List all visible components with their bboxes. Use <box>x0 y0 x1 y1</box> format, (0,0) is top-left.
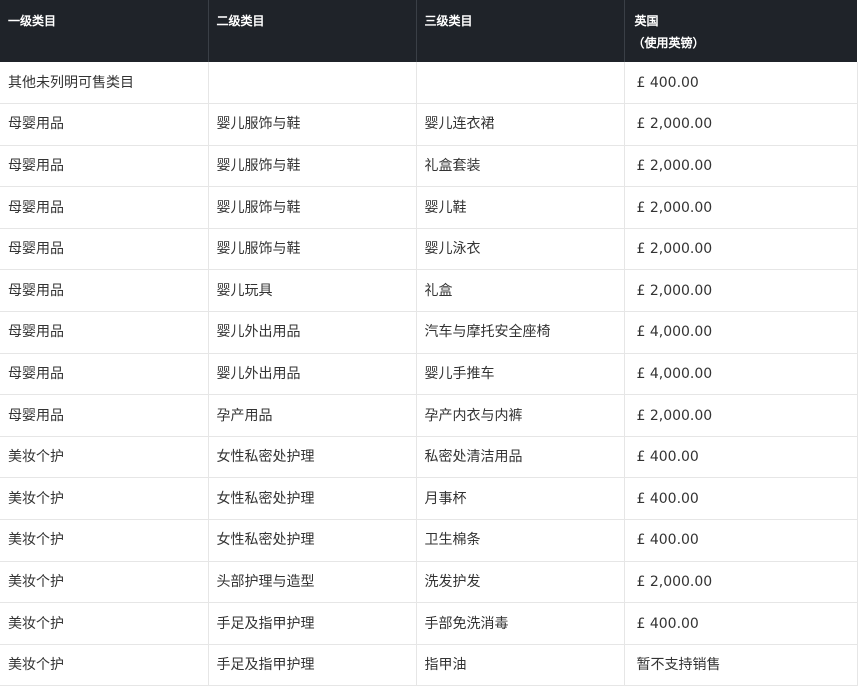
level2-category-cell: 女性私密处护理 <box>208 436 417 479</box>
level3-category-cell: 孕产内衣与内裤 <box>416 394 625 437</box>
level2-category-cell: 女性私密处护理 <box>208 477 417 521</box>
uk-price-cell: £ 2,000.00 <box>624 145 858 188</box>
header-row: 一级类目 二级类目 三级类目 英国 （使用英镑） <box>0 0 857 62</box>
level2-category-cell: 婴儿玩具 <box>208 269 417 313</box>
level1-category-cell: 母婴用品 <box>0 394 209 437</box>
level2-category-cell: 孕产用品 <box>208 394 417 437</box>
table-row: 其他未列明可售类目 £ 400.00 <box>0 62 858 105</box>
level1-category-cell: 母婴用品 <box>0 186 209 229</box>
table-row: 美妆个护 手足及指甲护理 手部免洗消毒 £ 400.00 <box>0 602 858 645</box>
table-row: 美妆个护 女性私密处护理 月事杯 £ 400.00 <box>0 477 858 521</box>
level1-category-cell: 其他未列明可售类目 <box>0 62 209 105</box>
level3-category-cell: 指甲油 <box>416 644 625 687</box>
level3-category-cell: 私密处清洁用品 <box>416 436 625 479</box>
header-uk-label: 英国 <box>634 14 659 28</box>
level3-category-cell: 手部免洗消毒 <box>416 602 625 645</box>
level1-category-cell: 母婴用品 <box>0 228 209 271</box>
level2-category-cell: 婴儿服饰与鞋 <box>208 186 417 229</box>
level3-category-cell <box>416 62 625 105</box>
level2-category-cell: 头部护理与造型 <box>208 561 417 604</box>
table-row: 母婴用品 婴儿服饰与鞋 礼盒套装 £ 2,000.00 <box>0 145 858 188</box>
uk-price-cell: £ 2,000.00 <box>624 394 858 437</box>
header-uk-price: 英国 （使用英镑） <box>624 0 857 62</box>
level3-category-cell: 婴儿连衣裙 <box>416 103 625 146</box>
uk-price-cell: £ 2,000.00 <box>624 269 858 313</box>
table-row: 母婴用品 婴儿外出用品 婴儿手推车 £ 4,000.00 <box>0 353 858 396</box>
uk-price-cell: £ 4,000.00 <box>624 353 858 396</box>
level2-category-cell: 婴儿服饰与鞋 <box>208 103 417 146</box>
level1-category-cell: 母婴用品 <box>0 311 209 354</box>
uk-price-cell: £ 400.00 <box>624 519 858 562</box>
table-row: 母婴用品 婴儿外出用品 汽车与摩托安全座椅 £ 4,000.00 <box>0 311 858 354</box>
level3-category-cell: 礼盒 <box>416 269 625 313</box>
level1-category-cell: 美妆个护 <box>0 519 209 562</box>
level1-category-cell: 母婴用品 <box>0 269 209 313</box>
level2-category-cell: 婴儿服饰与鞋 <box>208 145 417 188</box>
uk-price-cell: £ 400.00 <box>624 602 858 645</box>
table-row: 美妆个护 手足及指甲护理 指甲油 暂不支持销售 <box>0 644 858 687</box>
level3-category-cell: 礼盒套装 <box>416 145 625 188</box>
header-level1-category: 一级类目 <box>0 0 209 62</box>
level2-category-cell: 手足及指甲护理 <box>208 602 417 645</box>
level1-category-cell: 美妆个护 <box>0 644 209 687</box>
level2-category-cell: 婴儿服饰与鞋 <box>208 228 417 271</box>
level2-category-cell <box>208 62 417 105</box>
header-currency-note: （使用英镑） <box>632 36 705 50</box>
level2-category-cell: 婴儿外出用品 <box>208 311 417 354</box>
header-level2-category: 二级类目 <box>208 0 417 62</box>
level1-category-cell: 美妆个护 <box>0 561 209 604</box>
level3-category-cell: 婴儿手推车 <box>416 353 625 396</box>
table-row: 母婴用品 孕产用品 孕产内衣与内裤 £ 2,000.00 <box>0 394 858 437</box>
table-row: 母婴用品 婴儿玩具 礼盒 £ 2,000.00 <box>0 269 858 313</box>
level3-category-cell: 洗发护发 <box>416 561 625 604</box>
table-row: 母婴用品 婴儿服饰与鞋 婴儿泳衣 £ 2,000.00 <box>0 228 858 271</box>
table-body: 其他未列明可售类目 £ 400.00 母婴用品 婴儿服饰与鞋 婴儿连衣裙 £ 2,000.… <box>0 62 858 687</box>
uk-price-cell: 暂不支持销售 <box>624 644 858 687</box>
table-row: 美妆个护 头部护理与造型 洗发护发 £ 2,000.00 <box>0 561 858 604</box>
uk-price-cell: £ 400.00 <box>624 62 858 105</box>
uk-price-cell: £ 4,000.00 <box>624 311 858 354</box>
level1-category-cell: 美妆个护 <box>0 477 209 521</box>
level2-category-cell: 婴儿外出用品 <box>208 353 417 396</box>
uk-price-cell: £ 400.00 <box>624 477 858 521</box>
table-row: 美妆个护 女性私密处护理 卫生棉条 £ 400.00 <box>0 519 858 562</box>
level3-category-cell: 月事杯 <box>416 477 625 521</box>
level1-category-cell: 美妆个护 <box>0 602 209 645</box>
level3-category-cell: 婴儿泳衣 <box>416 228 625 271</box>
level3-category-cell: 婴儿鞋 <box>416 186 625 229</box>
uk-price-cell: £ 2,000.00 <box>624 186 858 229</box>
level1-category-cell: 母婴用品 <box>0 353 209 396</box>
header-level3-category: 三级类目 <box>416 0 625 62</box>
table-header: 一级类目 二级类目 三级类目 英国 （使用英镑） <box>0 0 857 62</box>
category-price-table-container: 一级类目 二级类目 三级类目 英国 （使用英镑） 其他未列明可售类目 £ 400.… <box>0 0 859 688</box>
category-price-table: 一级类目 二级类目 三级类目 英国 （使用英镑） 其他未列明可售类目 £ 400.… <box>0 0 858 687</box>
level1-category-cell: 母婴用品 <box>0 145 209 188</box>
uk-price-cell: £ 2,000.00 <box>624 103 858 146</box>
uk-price-cell: £ 2,000.00 <box>624 228 858 271</box>
uk-price-cell: £ 2,000.00 <box>624 561 858 604</box>
level1-category-cell: 美妆个护 <box>0 436 209 479</box>
table-row: 美妆个护 女性私密处护理 私密处清洁用品 £ 400.00 <box>0 436 858 479</box>
uk-price-cell: £ 400.00 <box>624 436 858 479</box>
level3-category-cell: 汽车与摩托安全座椅 <box>416 311 625 354</box>
table-row: 母婴用品 婴儿服饰与鞋 婴儿鞋 £ 2,000.00 <box>0 186 858 229</box>
level2-category-cell: 女性私密处护理 <box>208 519 417 562</box>
level2-category-cell: 手足及指甲护理 <box>208 644 417 687</box>
level3-category-cell: 卫生棉条 <box>416 519 625 562</box>
level1-category-cell: 母婴用品 <box>0 103 209 146</box>
table-row: 母婴用品 婴儿服饰与鞋 婴儿连衣裙 £ 2,000.00 <box>0 103 858 146</box>
